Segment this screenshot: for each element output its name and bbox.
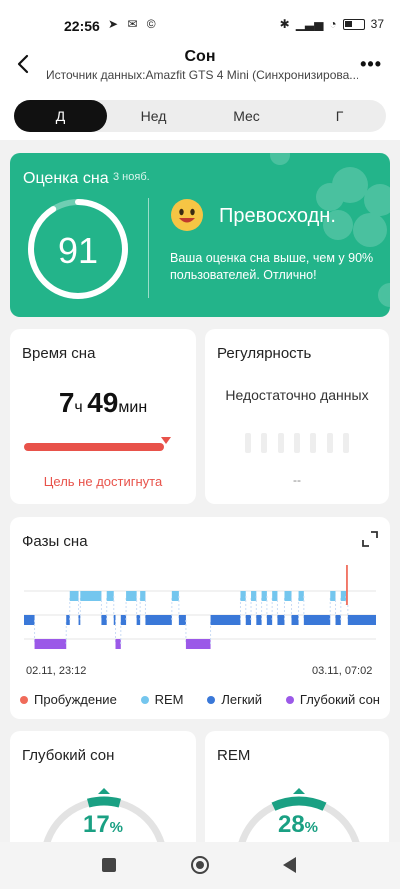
phase-segment	[256, 615, 262, 625]
regularity-dash: --	[293, 473, 301, 487]
tab-day[interactable]: Д	[14, 100, 107, 132]
phase-segment	[145, 615, 172, 625]
rem-gauge-fill	[271, 796, 327, 811]
bluetooth-icon: ✱	[279, 17, 290, 31]
score-title: Оценка сна	[23, 170, 109, 187]
phase-segment	[261, 591, 267, 601]
deep-sleep-percent: 17%	[82, 811, 124, 838]
phase-segment	[245, 615, 252, 625]
phase-segment	[240, 591, 246, 601]
phase-segment	[126, 591, 137, 601]
phase-segment	[69, 591, 79, 601]
phase-segment	[291, 615, 299, 625]
sleep-phases-chart	[24, 565, 376, 649]
status-icons: ✱ ▁▃▅ ◔ 37	[280, 17, 384, 31]
phase-segment	[340, 591, 347, 601]
phase-segment	[101, 615, 107, 625]
rem-percent: 28%	[277, 811, 319, 838]
sleep-score-card[interactable]: Оценка сна 3 нояб. 91 Превосходн. Ваша о…	[10, 153, 390, 317]
tab-week[interactable]: Нед	[107, 100, 200, 132]
gauge-pointer	[98, 788, 110, 794]
tab-month[interactable]: Мес	[200, 100, 293, 132]
regularity-card[interactable]: Регулярность Недостаточно данных --	[205, 329, 389, 504]
phases-title: Фазы сна	[22, 533, 88, 550]
divider	[148, 198, 149, 298]
signal-icon: ▁▃▅	[295, 17, 324, 31]
chart-legend: Пробуждение REM Легкий Глубокий сон	[20, 692, 380, 707]
app-header: Сон Источник данных:Amazfit GTS 4 Mini (…	[0, 44, 400, 90]
system-back-button[interactable]	[283, 857, 296, 873]
phase-segment	[277, 615, 285, 625]
score-value: 91	[57, 230, 99, 271]
goal-status: Цель не достигнута	[43, 474, 163, 489]
page-title: Сон	[184, 48, 216, 65]
phase-segment	[34, 639, 67, 649]
phase-segment	[346, 565, 348, 605]
tab-year[interactable]: Г	[293, 100, 386, 132]
no-data-text: Недостаточно данных	[225, 387, 369, 403]
system-nav-bar	[0, 842, 400, 889]
phase-segment	[136, 615, 141, 625]
sleep-duration-card[interactable]: Время сна 7ч 49мин Цель не достигнута	[10, 329, 196, 504]
battery-level: 37	[370, 17, 384, 31]
score-date: 3 нояб.	[113, 171, 150, 183]
phase-segment	[80, 591, 102, 601]
score-rating: Превосходн.	[219, 205, 336, 227]
legend-awake: Пробуждение	[20, 692, 117, 707]
phase-segment	[347, 615, 376, 625]
regularity-title: Регулярность	[217, 345, 312, 362]
legend-rem: REM	[140, 692, 184, 707]
chart-start-time: 02.11, 23:12	[26, 665, 87, 677]
phase-segment	[251, 591, 257, 601]
phase-segment	[106, 591, 114, 601]
gauge-pointer	[293, 788, 305, 794]
duration-title: Время сна	[22, 345, 96, 362]
phase-segment	[171, 591, 179, 601]
phase-segment	[185, 639, 211, 649]
phase-segment	[178, 615, 186, 625]
wifi-icon: ◔	[329, 17, 337, 31]
home-button[interactable]	[191, 856, 209, 874]
placeholder-bars	[245, 433, 349, 453]
data-source: Источник данных:Amazfit GTS 4 Mini (Синх…	[46, 68, 358, 82]
period-tabs: Д Нед Мес Г	[14, 100, 386, 132]
phase-segment	[298, 591, 304, 601]
notification-icons: ➤ ✉ ©	[108, 17, 159, 31]
phase-segment	[66, 615, 70, 625]
phase-segment	[330, 591, 336, 601]
phase-segment	[120, 615, 127, 625]
phase-segment	[272, 591, 278, 601]
chart-end-time: 03.11, 07:02	[312, 665, 373, 677]
sleep-phases-card[interactable]: Фазы сна 02.11, 23:12 03.11, 07:02 Пробу…	[10, 517, 390, 719]
recent-apps-button[interactable]	[102, 858, 116, 872]
phase-segment	[284, 591, 292, 601]
legend-light: Легкий	[207, 692, 262, 707]
duration-progress-bar	[24, 443, 164, 451]
phase-segment	[115, 639, 121, 649]
flower-decoration	[270, 153, 390, 307]
phase-segment	[303, 615, 331, 625]
deep-sleep-gauge-fill	[86, 796, 122, 808]
more-menu-icon[interactable]: •••	[360, 54, 382, 75]
rem-title: REM	[217, 747, 251, 764]
phase-segment	[210, 615, 241, 625]
duration-value: 7ч 49мин	[58, 387, 148, 418]
goal-marker	[161, 437, 171, 444]
clock: 22:56	[64, 18, 100, 34]
phase-segment	[24, 615, 35, 625]
smiley-icon	[171, 199, 203, 231]
deep-sleep-title: Глубокий сон	[22, 747, 115, 764]
legend-deep: Глубокий сон	[285, 692, 380, 707]
phase-segment	[335, 615, 341, 625]
score-description: Ваша оценка сна выше, чем у 90% пользова…	[170, 251, 374, 282]
phase-segment	[266, 615, 273, 625]
phase-segment	[140, 591, 146, 601]
battery-icon	[342, 18, 365, 30]
expand-icon[interactable]	[362, 531, 378, 547]
